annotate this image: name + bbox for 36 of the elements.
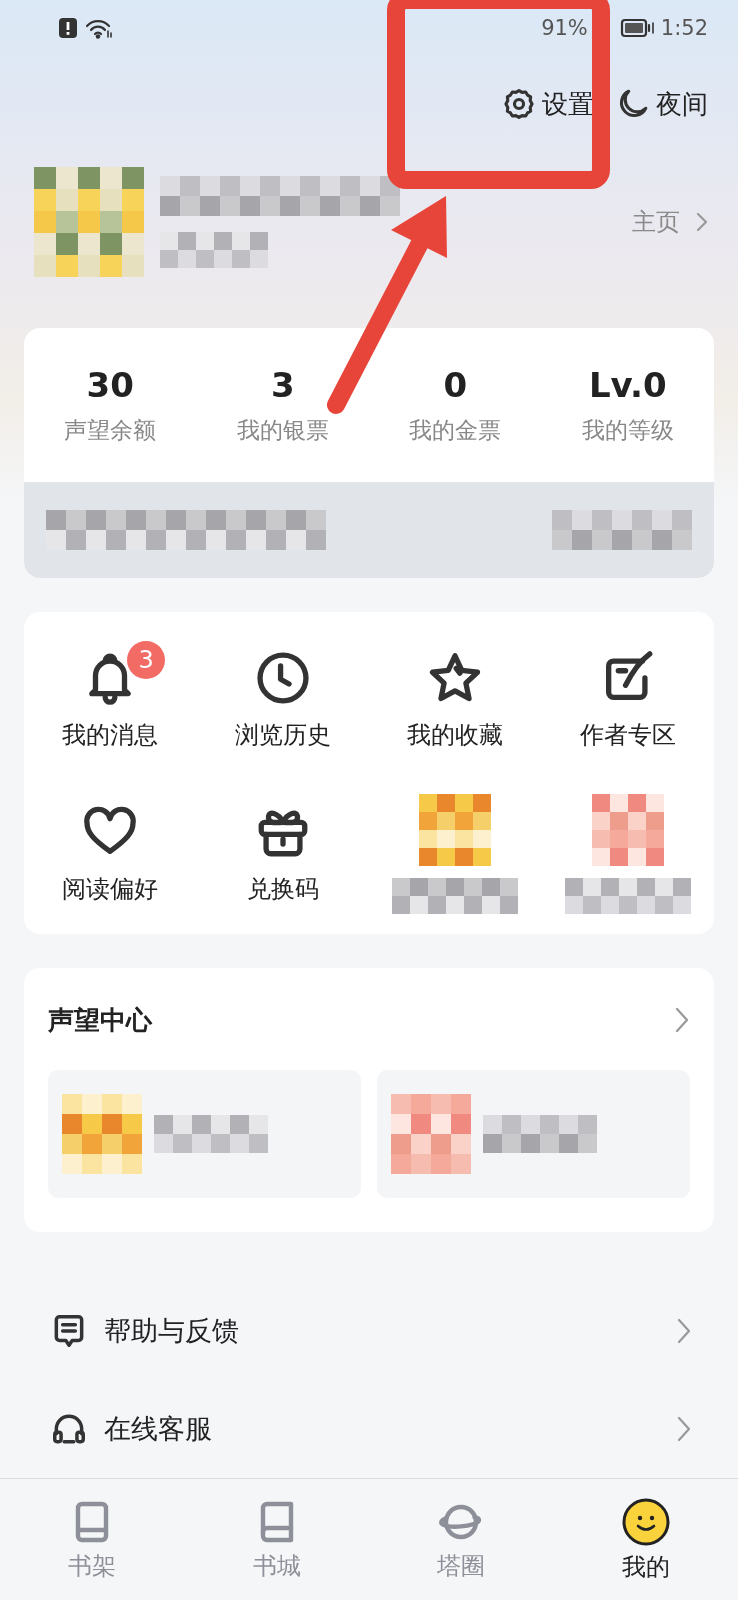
stat-label: 声望余额 <box>64 415 157 445</box>
chevron-icon <box>676 1317 692 1345</box>
stat-label: 我的金票 <box>409 415 502 445</box>
menu-label: 帮助与反馈 <box>104 1314 240 1348</box>
chevron-icon <box>674 1006 690 1034</box>
shortcut-label[interactable]: 作者专区 <box>579 719 676 751</box>
reward-tile[interactable] <box>377 1070 690 1198</box>
menu-label: 在线客服 <box>104 1412 213 1446</box>
settings-button[interactable]: 设置 <box>502 86 594 122</box>
shortcut-label[interactable]: 我的消息 <box>62 719 159 751</box>
chevron-icon <box>696 212 708 232</box>
battery-percent: 91% <box>541 16 588 40</box>
reward-tile[interactable] <box>48 1070 361 1198</box>
menu-row[interactable]: 在线客服 <box>0 1380 738 1478</box>
menu-row[interactable]: 帮助与反馈 <box>0 1282 738 1380</box>
stat-label: 我的银票 <box>236 415 329 445</box>
stat-label: 我的等级 <box>581 415 674 445</box>
alert-icon <box>58 17 78 39</box>
battery-icon <box>619 17 655 39</box>
clock-time: 1:52 <box>660 16 708 40</box>
stat-value: Lv.0 <box>588 364 667 405</box>
section-title: 声望中心 <box>48 1003 152 1037</box>
notification-badge: 3 <box>127 641 166 679</box>
night-mode-button[interactable]: 夜间 <box>616 86 708 122</box>
gear-icon <box>502 87 536 121</box>
shortcut-label[interactable]: 我的收藏 <box>407 719 504 751</box>
shortcut-label[interactable]: 阅读偏好 <box>62 873 159 905</box>
nav-tab[interactable]: 我的 <box>553 1479 738 1600</box>
chevron-icon <box>676 1415 692 1443</box>
stat-value: 3 <box>270 364 295 405</box>
shortcut-label[interactable]: 浏览历史 <box>234 719 331 751</box>
stat-value: 30 <box>86 364 134 405</box>
smiley-icon <box>620 1496 671 1547</box>
stat-value: 0 <box>443 364 468 405</box>
wifi-icon <box>84 17 114 39</box>
shortcut-label[interactable]: 兑换码 <box>246 873 319 905</box>
